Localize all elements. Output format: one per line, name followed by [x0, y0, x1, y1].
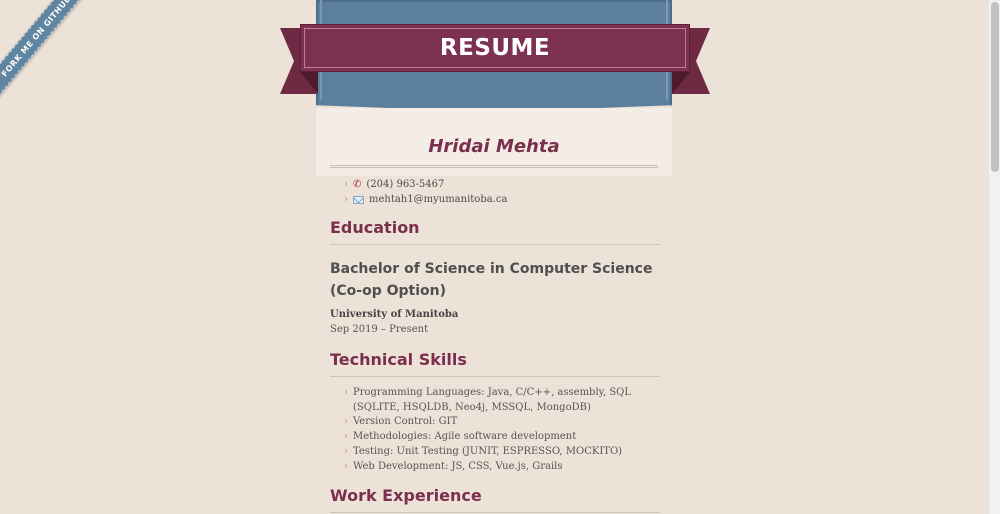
education-heading: Education [330, 218, 420, 237]
person-name: Hridai Mehta [428, 136, 560, 157]
vertical-scrollbar[interactable] [988, 0, 1000, 514]
education-dates: Sep 2019 – Present [330, 324, 429, 335]
list-item: › Web Development: JS, CSS, Vue.js, Grai… [344, 460, 654, 475]
work-heading: Work Experience [330, 486, 482, 505]
envelope-icon [353, 195, 364, 204]
list-item: › Methodologies: Agile software developm… [344, 430, 654, 445]
contact-phone: › ✆ (204) 963-5467 [344, 177, 507, 192]
list-item: › Programming Languages: Java, C/C++, as… [344, 386, 654, 415]
contact-email: › mehtah1@myumanitoba.ca [344, 192, 507, 207]
scrollbar-thumb[interactable] [991, 2, 999, 172]
contact-list: › ✆ (204) 963-5467 › mehtah1@myumanitoba… [344, 177, 507, 207]
degree-title: Bachelor of Science in Computer Science … [330, 261, 653, 299]
chevron-right-icon: › [344, 179, 348, 190]
work-divider [330, 512, 660, 513]
skills-heading: Technical Skills [330, 350, 467, 369]
skills-divider [330, 376, 660, 377]
chevron-right-icon: › [344, 194, 348, 205]
chevron-right-icon: › [344, 460, 348, 472]
skills-list: › Programming Languages: Java, C/C++, as… [344, 386, 654, 474]
phone-number: (204) 963-5467 [366, 179, 445, 190]
fork-me-on-github-link[interactable]: FORK ME ON GITHUB [0, 0, 96, 100]
chevron-right-icon: › [344, 387, 348, 398]
name-divider [330, 165, 658, 168]
title-ribbon: RESUME [300, 24, 690, 72]
chevron-right-icon: › [344, 416, 348, 428]
education-divider [330, 244, 660, 245]
page-title: RESUME [439, 35, 551, 61]
school-name: University of Manitoba [330, 309, 459, 320]
list-item: › Testing: Unit Testing (JUNIT, ESPRESSO… [344, 445, 654, 460]
email-address: mehtah1@myumanitoba.ca [369, 194, 508, 205]
fork-ribbon-container[interactable]: FORK ME ON GITHUB [0, 0, 100, 100]
phone-icon: ✆ [353, 179, 362, 190]
chevron-right-icon: › [344, 431, 348, 443]
list-item: › Version Control: GIT [344, 415, 654, 430]
chevron-right-icon: › [344, 445, 348, 457]
